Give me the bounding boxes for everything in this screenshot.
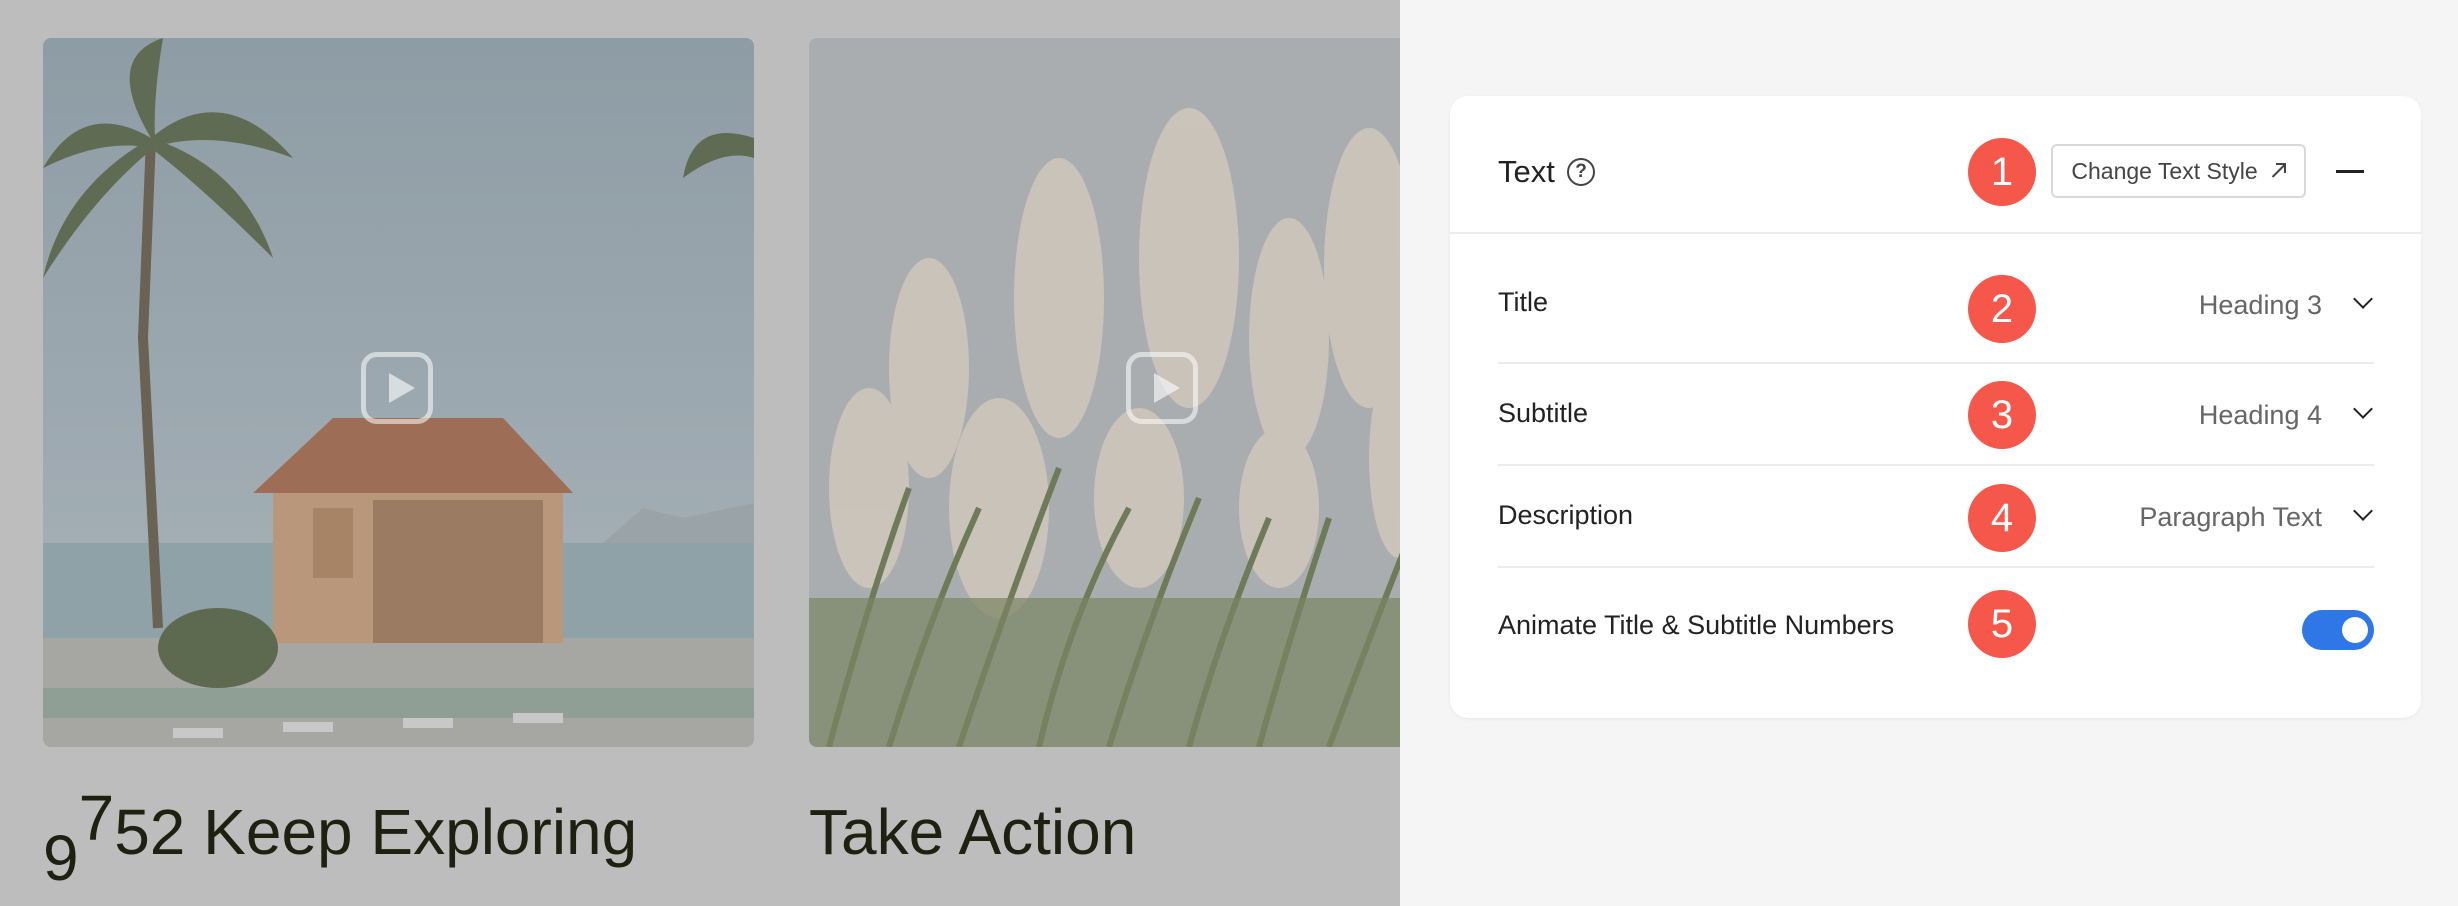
change-text-style-label: Change Text Style xyxy=(2071,157,2258,184)
preview-canvas: 9752 Keep Exploring Take Action xyxy=(0,0,1400,906)
chevron-down-icon[interactable] xyxy=(2353,399,2373,419)
pampas-grass-image xyxy=(809,38,1400,747)
subtitle-label: Subtitle xyxy=(1498,398,1589,428)
animate-numbers-toggle[interactable] xyxy=(2302,610,2374,650)
description-style-row[interactable]: Description 4 Paragraph Text xyxy=(1498,466,2374,568)
title-style-row[interactable]: Title 2 Heading 3 xyxy=(1498,232,2374,364)
help-circle-icon[interactable]: ? xyxy=(1567,158,1595,186)
play-icon[interactable] xyxy=(361,352,433,424)
title-style-select[interactable]: Heading 3 xyxy=(2199,290,2322,321)
change-text-style-button[interactable]: Change Text Style xyxy=(2051,144,2306,198)
animate-numbers-label: Animate Title & Subtitle Numbers xyxy=(1498,610,1895,640)
collapse-minus-icon[interactable] xyxy=(2336,170,2364,173)
animated-number: 9752 xyxy=(43,782,186,894)
step-badge-5: 5 xyxy=(1968,590,2036,658)
description-label: Description xyxy=(1498,500,1634,530)
chevron-down-icon[interactable] xyxy=(2353,501,2373,521)
chevron-down-icon[interactable] xyxy=(2353,289,2373,309)
title-label: Title xyxy=(1498,287,1549,317)
subtitle-style-select[interactable]: Heading 4 xyxy=(2199,400,2322,431)
animate-numbers-row: Animate Title & Subtitle Numbers 5 xyxy=(1498,568,2374,708)
step-badge-4: 4 xyxy=(1968,484,2036,552)
card-title-text: Keep Exploring xyxy=(203,796,638,868)
description-style-select[interactable]: Paragraph Text xyxy=(2139,502,2322,533)
step-badge-1: 1 xyxy=(1968,138,2036,206)
video-card-beach[interactable] xyxy=(43,38,754,747)
play-icon[interactable] xyxy=(1126,352,1198,424)
step-badge-3: 3 xyxy=(1968,381,2036,449)
card-title-take-action: Take Action xyxy=(809,796,1137,868)
external-arrow-icon xyxy=(2268,162,2286,180)
panel-header: Text ? 1 Change Text Style xyxy=(1450,96,2421,234)
card-title-keep-exploring: 9752 Keep Exploring xyxy=(43,782,638,894)
panel-title: Text xyxy=(1498,154,1555,189)
subtitle-style-row[interactable]: Subtitle 3 Heading 4 xyxy=(1498,364,2374,466)
step-badge-2: 2 xyxy=(1968,275,2036,343)
video-card-grass[interactable] xyxy=(809,38,1400,747)
text-settings-panel: Text ? 1 Change Text Style Title 2 Headi… xyxy=(1450,96,2421,718)
